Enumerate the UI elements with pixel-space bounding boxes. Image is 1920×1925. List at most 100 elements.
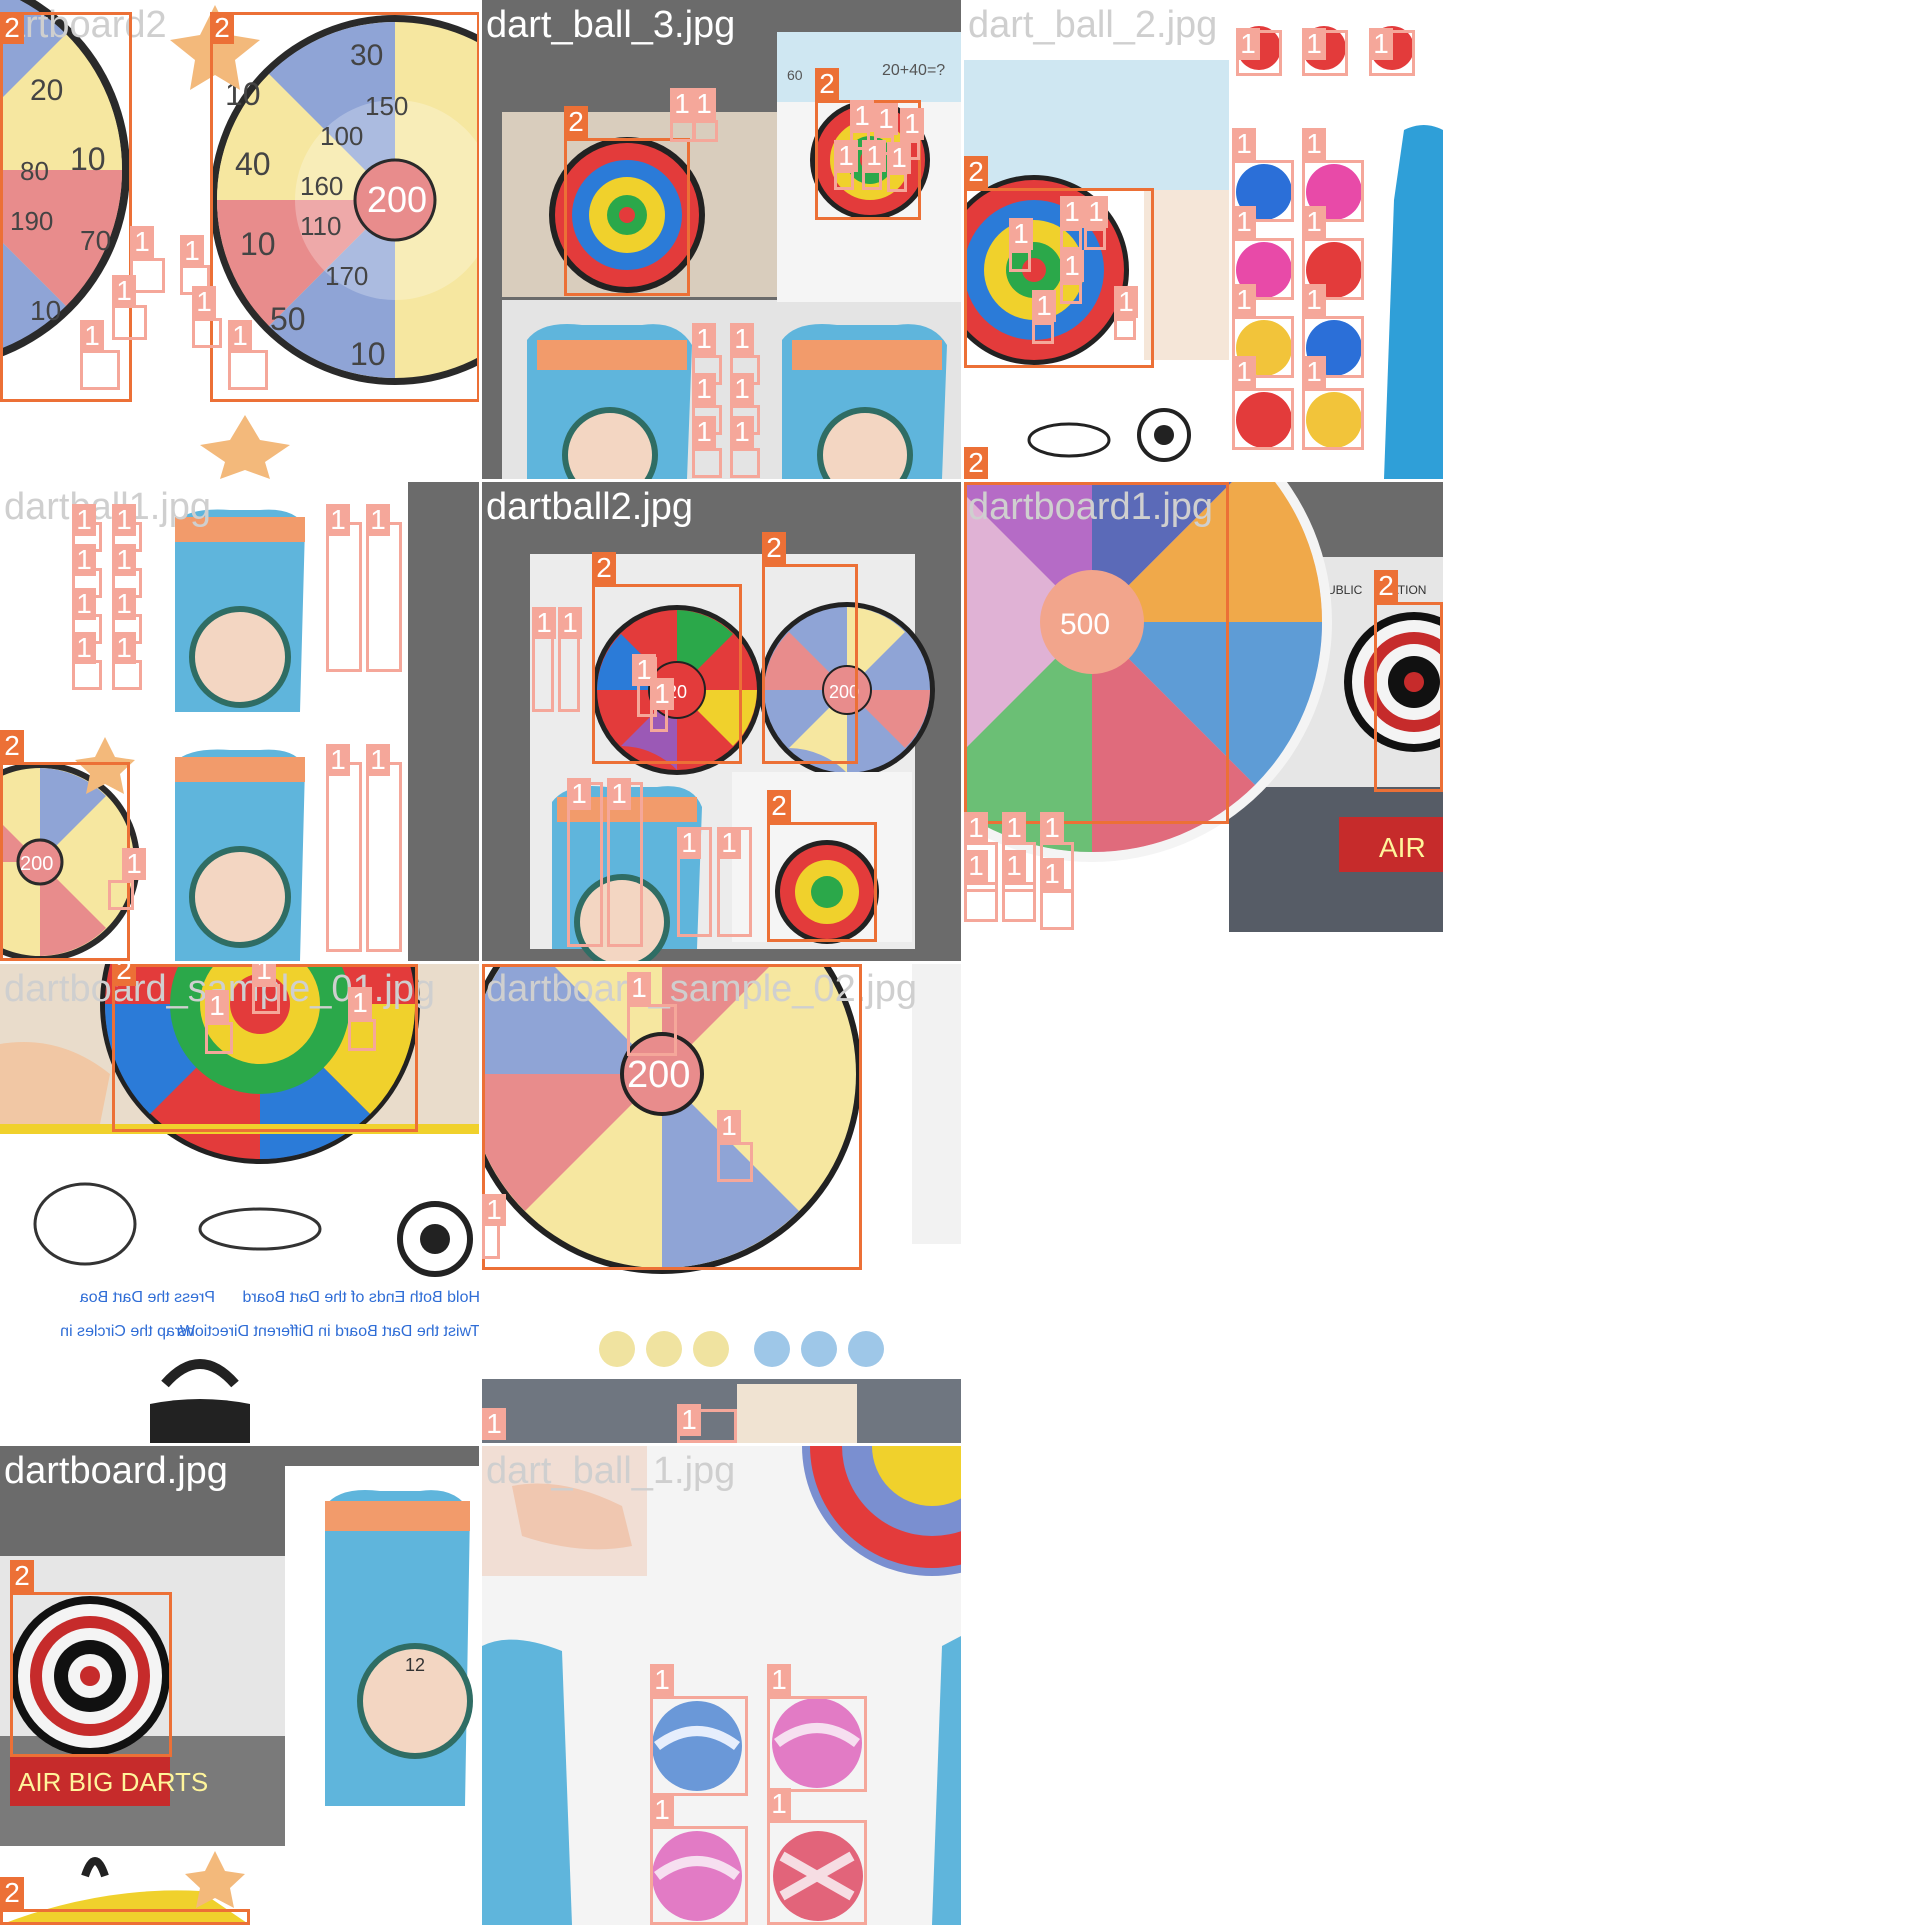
class-label-2: 2 — [112, 964, 136, 986]
class-label-1: 1 — [72, 504, 96, 536]
class-label-2: 2 — [10, 1560, 34, 1592]
dart-ball-bbox — [717, 1142, 753, 1182]
class-label-1: 1 — [874, 103, 898, 135]
class-label-1: 1 — [122, 848, 146, 880]
class-label-1: 1 — [692, 323, 716, 355]
air-sign: AIR — [1379, 832, 1426, 863]
class-label-2: 2 — [767, 790, 791, 822]
tile-title: dartball2.jpg — [486, 486, 694, 528]
equation-text: 20+40=? — [882, 62, 945, 79]
class-label-1: 1 — [1060, 250, 1084, 282]
class-label-1: 1 — [730, 373, 754, 405]
dart-ball-bbox — [1060, 228, 1082, 250]
instruction-text: Wrap the Circles in — [60, 1323, 195, 1340]
instruction-text: Hold Both Ends of the Dart Board — [243, 1289, 479, 1306]
dartboard-bbox — [0, 1909, 250, 1925]
dart-ball-bbox — [834, 170, 854, 190]
class-label-1: 1 — [72, 588, 96, 620]
class-label-1: 1 — [964, 850, 988, 882]
class-label-1: 1 — [677, 827, 701, 859]
class-label-1: 1 — [692, 373, 716, 405]
class-label-1: 1 — [180, 235, 204, 267]
dart-ball-bbox — [205, 1022, 233, 1054]
tile-title: dart_ball_3.jpg — [486, 4, 736, 46]
mosaic-tile: 20+40=? 60 dart_ball_3.jpg 2 2 1 1 1 1 1… — [482, 0, 961, 479]
class-label-1: 1 — [482, 1408, 506, 1440]
class-label-1: 1 — [1060, 196, 1084, 228]
class-label-2: 2 — [762, 532, 786, 564]
class-label-1: 1 — [1114, 286, 1138, 318]
dart-ball-bbox — [112, 660, 142, 690]
mosaic-tile: AIR BIG DARTS 12 dartboard.jpg 2 2 — [0, 1446, 479, 1925]
class-label-1: 1 — [348, 987, 372, 1019]
class-label-1: 1 — [112, 275, 136, 307]
class-label-1: 1 — [730, 323, 754, 355]
class-label-1: 1 — [80, 320, 104, 352]
class-label-1: 1 — [627, 972, 651, 1004]
air-big-darts-sign: AIR BIG DARTS — [18, 1767, 208, 1797]
dart-ball-bbox — [1002, 882, 1036, 922]
dart-ball-bbox — [730, 448, 760, 478]
class-label-2: 2 — [1374, 570, 1398, 602]
class-label-1: 1 — [1236, 28, 1260, 60]
instruction-text: Press the Dart Boa — [80, 1289, 215, 1306]
class-label-1: 1 — [366, 504, 390, 536]
dartboard-bbox — [762, 564, 858, 764]
class-label-1: 1 — [252, 964, 276, 986]
dart-ball-bbox — [964, 882, 998, 922]
dart-ball-bbox — [627, 1004, 677, 1056]
bear-clock-text: 12 — [405, 1655, 425, 1675]
class-label-1: 1 — [650, 1664, 674, 1696]
class-label-1: 1 — [834, 140, 858, 172]
class-label-1: 1 — [650, 678, 674, 710]
dart-ball-bbox — [326, 762, 362, 952]
class-label-1: 1 — [1302, 28, 1326, 60]
mosaic-tile: 200 dartboard_sample_02.jpg 2 1 1 1 1 1 — [482, 964, 961, 1443]
class-label-1: 1 — [326, 504, 350, 536]
dart-ball-bbox — [767, 1696, 867, 1792]
class-label-1: 1 — [850, 100, 874, 132]
class-label-1: 1 — [130, 226, 154, 258]
class-label-1: 1 — [767, 1788, 791, 1820]
dart-ball-bbox — [650, 1696, 748, 1796]
class-label-1: 1 — [650, 1794, 674, 1826]
class-label-1: 1 — [1002, 850, 1026, 882]
dart-ball-bbox — [692, 120, 718, 142]
class-label-2: 2 — [564, 106, 588, 138]
class-label-1: 1 — [1040, 858, 1064, 890]
dartboard-bbox — [964, 482, 1229, 824]
dart-ball-bbox — [72, 660, 102, 690]
dart-ball-bbox — [1060, 282, 1082, 304]
class-label-1: 1 — [532, 607, 556, 639]
dart-ball-bbox — [326, 522, 362, 672]
sixty-text: 60 — [787, 67, 803, 83]
class-label-2: 2 — [592, 552, 616, 584]
mosaic-tile: 200 dartball1.jpg 2 1 1 1 1 1 1 1 1 1 1 … — [0, 482, 479, 961]
mosaic-tile: Press the Dart Boa Hold Both Ends of the… — [0, 964, 479, 1443]
class-label-1: 1 — [1084, 196, 1108, 228]
class-label-1: 1 — [1302, 128, 1326, 160]
dart-ball-bbox — [348, 1019, 376, 1051]
class-label-2: 2 — [210, 12, 234, 44]
class-label-2: 2 — [964, 156, 988, 188]
class-label-2: 2 — [0, 12, 24, 44]
class-label-1: 1 — [900, 108, 924, 140]
class-label-1: 1 — [692, 88, 716, 120]
dart-ball-bbox — [366, 522, 402, 672]
class-label-1: 1 — [692, 416, 716, 448]
dart-ball-bbox — [862, 170, 882, 190]
dartboard-bbox — [0, 762, 130, 961]
class-label-1: 1 — [607, 778, 631, 810]
class-label-2: 2 — [964, 447, 988, 479]
dart-ball-bbox — [80, 350, 120, 390]
class-label-1: 1 — [964, 812, 988, 844]
dart-ball-bbox — [767, 1820, 867, 1925]
class-label-1: 1 — [1302, 206, 1326, 238]
class-label-1: 1 — [670, 88, 694, 120]
class-label-1: 1 — [228, 320, 252, 352]
class-label-1: 1 — [1232, 284, 1256, 316]
class-label-1: 1 — [366, 744, 390, 776]
tile-title: dartball1.jpg — [4, 486, 212, 528]
dartboard-bbox — [964, 188, 1154, 368]
class-label-1: 1 — [192, 286, 216, 318]
